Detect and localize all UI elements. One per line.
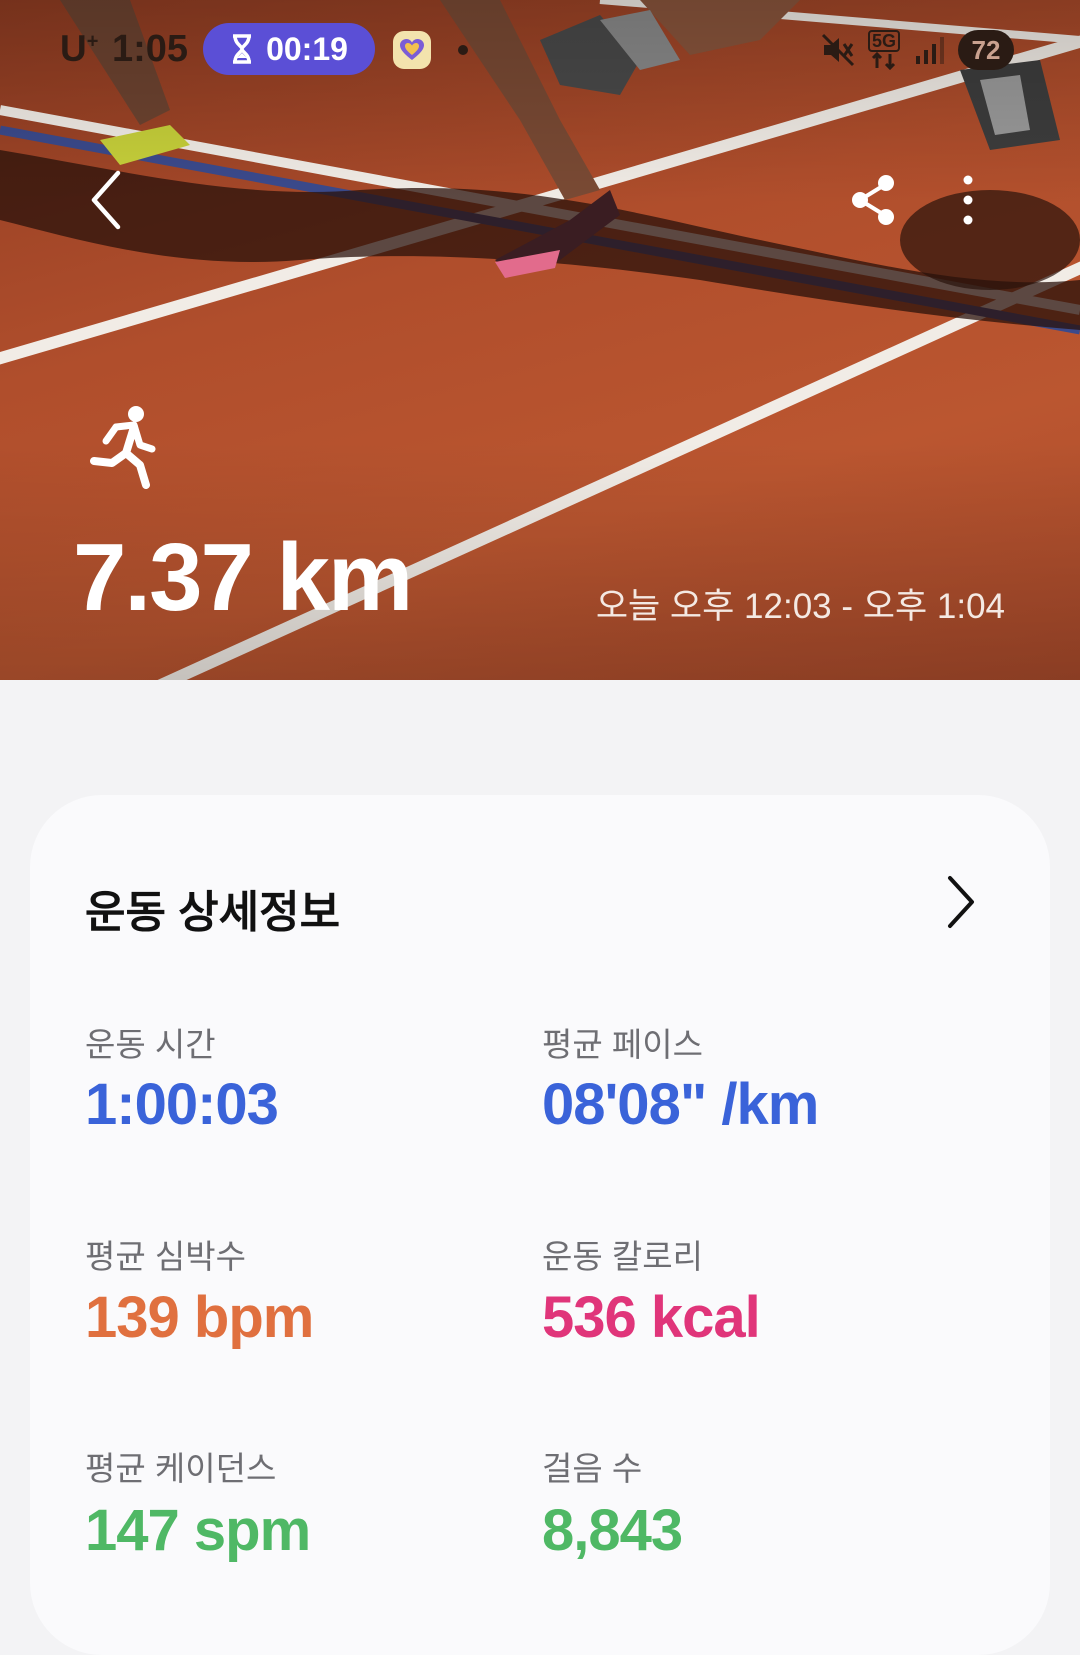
notification-dot — [458, 45, 468, 55]
stat-value-steps: 8,843 — [542, 1498, 683, 1563]
back-button[interactable] — [82, 165, 138, 235]
stat-label-steps: 걸음 수 — [542, 1450, 643, 1487]
stat-label-avg-heart-rate: 평균 심박수 — [85, 1238, 246, 1275]
stat-value-avg-heart-rate: 139 bpm — [85, 1285, 314, 1350]
chevron-left-icon — [91, 170, 121, 230]
timer-pill[interactable]: 00:19 — [203, 23, 375, 75]
hourglass-icon — [233, 34, 252, 64]
stat-label-workout-time: 운동 시간 — [85, 1026, 216, 1063]
system-icons: 5G 72 — [820, 28, 1014, 72]
stat-value-calories: 536 kcal — [542, 1285, 761, 1350]
chevron-right-icon — [948, 876, 974, 928]
stat-value-workout-time: 1:00:03 — [85, 1072, 279, 1137]
timer-value: 00:19 — [266, 30, 348, 67]
health-app-icon — [393, 31, 431, 69]
running-icon — [90, 406, 156, 489]
share-icon — [852, 175, 894, 225]
card-title: 운동 상세정보 — [85, 888, 341, 937]
details-arrow-button[interactable] — [940, 872, 980, 932]
stat-value-avg-pace: 08'08" /km — [542, 1072, 819, 1137]
more-options-button[interactable] — [948, 170, 988, 230]
status-bar: U+ 1:05 00:19 5G 72 — [0, 0, 1080, 100]
stat-value-avg-cadence: 147 spm — [85, 1498, 311, 1563]
share-button[interactable] — [846, 172, 902, 228]
distance-value: 7.37 km — [73, 524, 413, 631]
workout-time-range: 오늘 오후 12:03 - 오후 1:04 — [595, 587, 1005, 626]
stat-label-calories: 운동 칼로리 — [542, 1238, 703, 1275]
mute-icon — [821, 33, 855, 67]
network-5g-icon: 5G — [868, 30, 902, 70]
more-vertical-icon — [963, 175, 973, 225]
battery-indicator: 72 — [958, 30, 1014, 70]
carrier-label: U+ — [60, 28, 99, 69]
stat-label-avg-pace: 평균 페이스 — [542, 1026, 703, 1063]
stat-label-avg-cadence: 평균 케이던스 — [85, 1450, 277, 1487]
signal-icon — [916, 37, 944, 64]
status-time: 1:05 — [112, 28, 189, 70]
